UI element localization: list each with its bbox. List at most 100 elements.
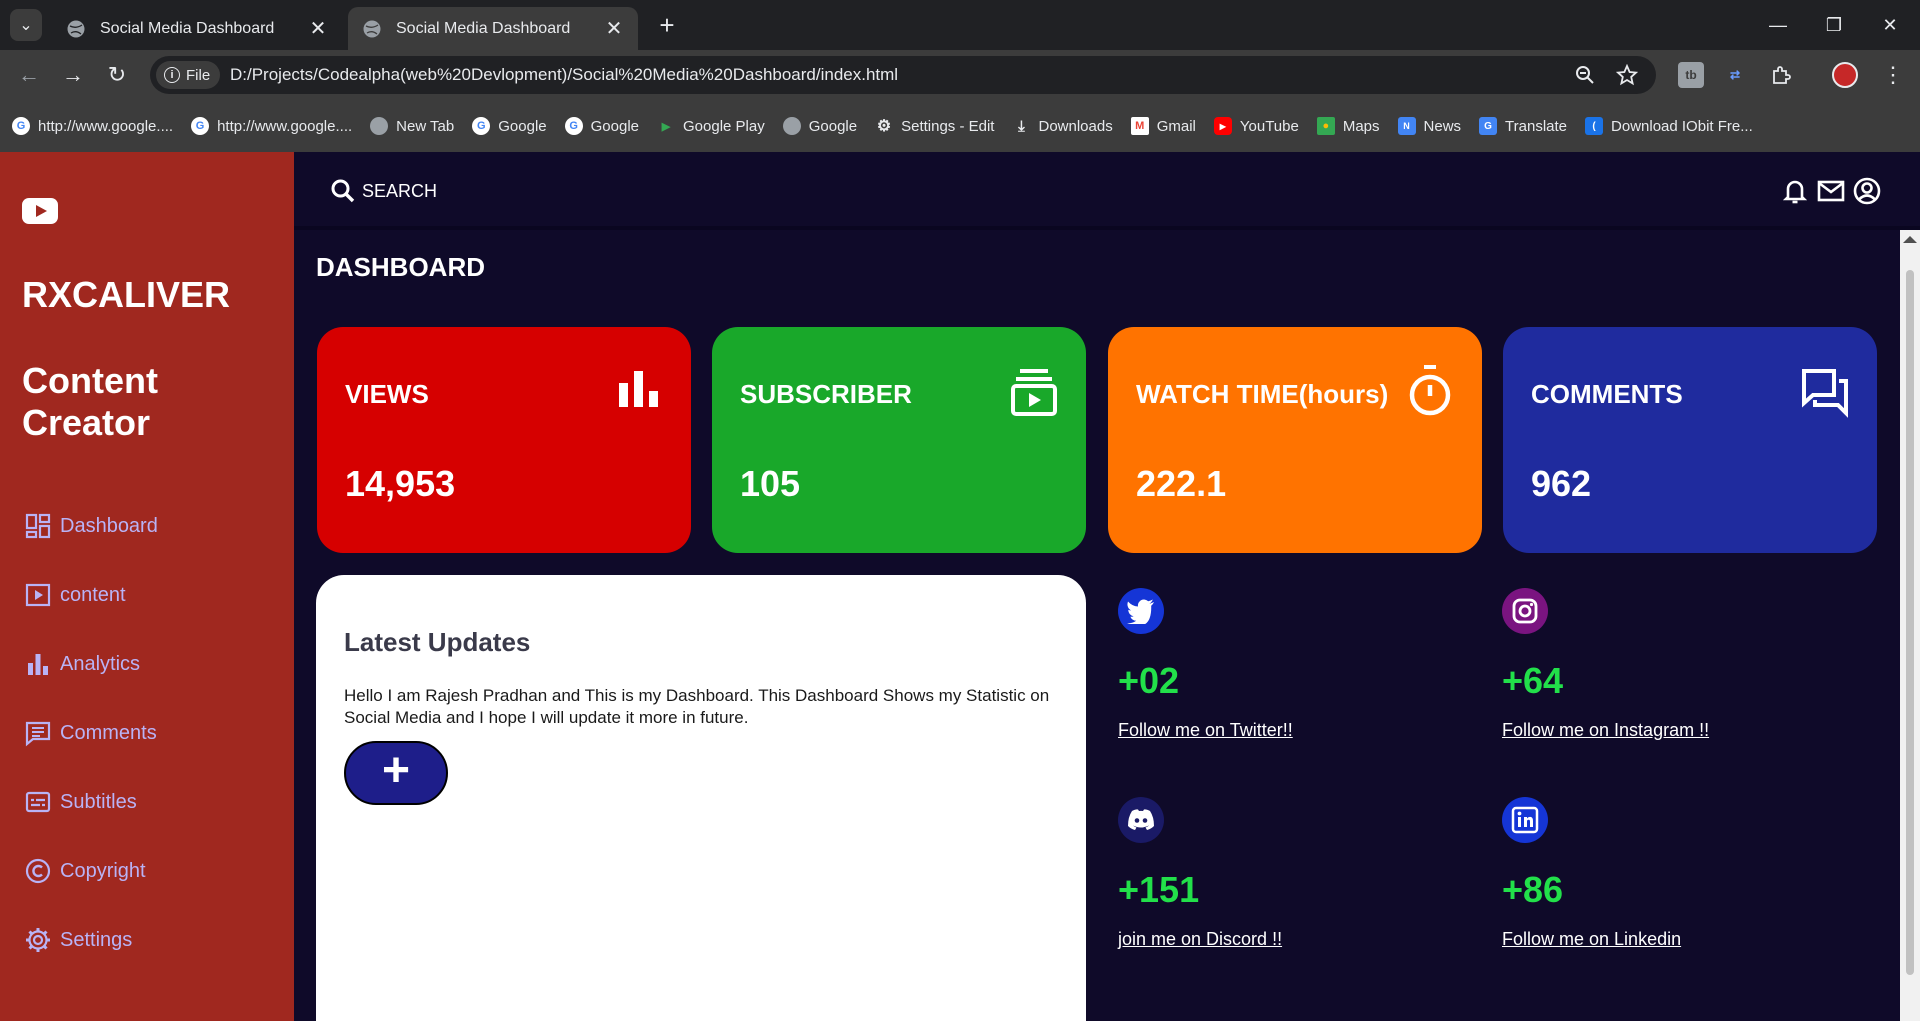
search-icon xyxy=(331,179,355,203)
sidebar-item-comments[interactable]: Comments xyxy=(24,717,157,749)
bookmark-item[interactable]: ● Maps xyxy=(1316,117,1380,135)
avatar[interactable] xyxy=(1832,62,1858,88)
scrollbar-thumb[interactable] xyxy=(1906,270,1914,975)
sidebar-item-analytics[interactable]: Analytics xyxy=(24,648,140,680)
globe-icon xyxy=(370,117,389,135)
search-button[interactable]: SEARCH xyxy=(330,178,437,204)
card-value: 962 xyxy=(1531,463,1592,504)
tab-strip: ⌄ Social Media Dashboard ✕ Social Media … xyxy=(0,0,1920,50)
twitter-stat: +02 Follow me on Twitter!! xyxy=(1118,588,1293,741)
dashboard-icon xyxy=(25,513,51,539)
sidebar-item-dashboard[interactable]: Dashboard xyxy=(24,510,158,542)
sidebar-item-label: Dashboard xyxy=(60,514,158,537)
page-title: DASHBOARD xyxy=(316,252,485,282)
bookmark-label: Google xyxy=(590,117,639,135)
bookmark-label: Download IObit Fre... xyxy=(1611,117,1753,135)
maps-icon: ● xyxy=(1316,117,1335,135)
bookmark-item[interactable]: Ghttp://www.google.... xyxy=(12,117,173,135)
bookmark-item[interactable]: G Google xyxy=(564,117,639,135)
sidebar-item-label: content xyxy=(60,583,126,606)
bar-chart-icon xyxy=(28,654,48,675)
restore-button[interactable]: ❐ xyxy=(1814,10,1854,40)
add-update-button[interactable]: + xyxy=(344,741,448,805)
url-text[interactable]: D:/Projects/Codealpha(web%20Devlopment)/… xyxy=(230,65,898,85)
bookmark-label: Google xyxy=(498,117,547,135)
bookmark-label: YouTube xyxy=(1239,117,1299,135)
bar-chart-icon xyxy=(619,371,658,407)
comment-icon xyxy=(25,721,51,747)
tab-1[interactable]: Social Media Dashboard ✕ xyxy=(52,7,342,50)
sidebar-item-label: Settings xyxy=(60,928,133,951)
social-link[interactable]: Follow me on Instagram !! xyxy=(1502,720,1709,741)
close-icon[interactable]: ✕ xyxy=(604,16,624,41)
scroll-up-arrow[interactable] xyxy=(1903,236,1917,243)
extension-tb-icon[interactable]: tb xyxy=(1678,62,1704,88)
sidebar-item-copyright[interactable]: Copyright xyxy=(24,855,146,887)
instagram-stat: +64 Follow me on Instagram !! xyxy=(1502,588,1709,741)
bookmark-label: Settings - Edit xyxy=(901,117,995,135)
bookmark-item[interactable]: ⚙ Settings - Edit xyxy=(875,117,995,136)
social-link[interactable]: join me on Discord !! xyxy=(1118,929,1282,950)
subscriptions-icon xyxy=(1011,369,1057,416)
mail-icon[interactable] xyxy=(1816,176,1846,206)
social-count: +86 xyxy=(1502,869,1564,910)
sidebar-item-settings[interactable]: Settings xyxy=(24,924,132,956)
tab-2[interactable]: Social Media Dashboard ✕ xyxy=(348,7,638,50)
bookmark-label: Google Play xyxy=(683,117,765,135)
social-link[interactable]: Follow me on Linkedin xyxy=(1502,929,1681,950)
sidebar-item-content[interactable]: content xyxy=(24,579,126,611)
subscriber-card: SUBSCRIBER 105 xyxy=(712,327,1086,553)
minimize-button[interactable]: — xyxy=(1758,10,1798,40)
back-button[interactable]: ← xyxy=(14,60,44,90)
bookmark-item[interactable]: G Google xyxy=(472,117,547,135)
bookmark-item[interactable]: G Translate xyxy=(1479,117,1567,135)
browser-toolbar: ← → ↻ i File D:/Projects/Codealpha(web%2… xyxy=(0,50,1920,100)
translate-extension-icon[interactable]: ⇄ xyxy=(1722,62,1748,88)
bookmark-item[interactable]: Ghttp://www.google.... xyxy=(191,117,352,135)
account-icon[interactable] xyxy=(1852,176,1882,206)
bookmark-item[interactable]: New Tab xyxy=(370,117,454,135)
more-menu-icon[interactable]: ⋮ xyxy=(1880,62,1906,88)
bookmark-item[interactable]: ▶ YouTube xyxy=(1213,117,1299,135)
address-bar[interactable]: i File D:/Projects/Codealpha(web%20Devlo… xyxy=(150,56,1656,94)
card-label: SUBSCRIBER xyxy=(740,379,912,409)
play-box-icon xyxy=(25,583,51,607)
info-icon: i xyxy=(164,67,180,83)
reload-button[interactable]: ↻ xyxy=(102,60,132,90)
updates-text[interactable]: Hello I am Rajesh Pradhan and This is my… xyxy=(344,685,1064,729)
social-link[interactable]: Follow me on Twitter!! xyxy=(1118,720,1293,741)
bookmark-item[interactable]: (Download IObit Fre... xyxy=(1585,117,1753,135)
copyright-icon xyxy=(25,858,51,884)
sidebar: RXCALIVER Content Creator Dashboard cont… xyxy=(0,152,294,1021)
bookmark-item[interactable]: ⤓ Downloads xyxy=(1012,117,1113,135)
site-info-chip[interactable]: i File xyxy=(156,61,221,89)
gear-icon xyxy=(26,928,50,952)
google-icon: G xyxy=(191,117,210,135)
new-tab-button[interactable]: + xyxy=(652,10,682,40)
globe-icon xyxy=(363,20,381,37)
bell-icon[interactable] xyxy=(1780,176,1810,206)
tab-search-button[interactable]: ⌄ xyxy=(10,9,42,41)
zoom-icon[interactable] xyxy=(1572,62,1598,88)
gear-icon: ⚙ xyxy=(876,118,892,135)
discord-icon xyxy=(1118,797,1164,843)
bookmark-item[interactable]: Google xyxy=(782,117,857,135)
search-label: SEARCH xyxy=(362,180,438,201)
forward-button[interactable]: → xyxy=(58,60,88,90)
card-label: WATCH TIME(hours) xyxy=(1136,379,1389,409)
brand-role: Content Creator xyxy=(22,360,158,443)
sidebar-item-label: Analytics xyxy=(60,652,141,675)
chip-label: File xyxy=(186,66,211,84)
sidebar-item-subtitles[interactable]: Subtitles xyxy=(24,786,137,818)
bookmark-item[interactable]: ▶ Google Play xyxy=(657,117,765,135)
star-icon[interactable] xyxy=(1614,62,1640,88)
window-close-button[interactable]: ✕ xyxy=(1870,10,1910,40)
puzzle-icon[interactable] xyxy=(1768,62,1794,88)
bookmark-item[interactable]: N News xyxy=(1397,117,1461,135)
bookmark-item[interactable]: M Gmail xyxy=(1130,117,1196,135)
google-play-icon: ▶ xyxy=(661,120,671,133)
close-icon[interactable]: ✕ xyxy=(308,16,328,41)
google-icon: G xyxy=(12,117,30,135)
card-label: COMMENTS xyxy=(1531,379,1683,409)
tab-title: Social Media Dashboard xyxy=(100,19,275,37)
